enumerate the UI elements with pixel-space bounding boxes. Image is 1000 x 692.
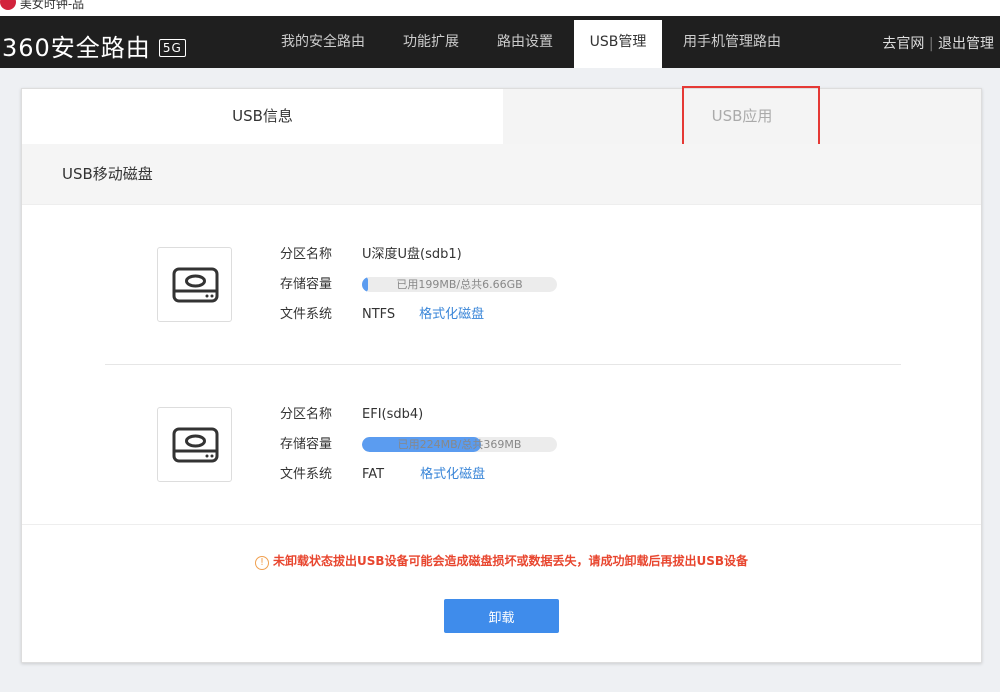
official-site-link[interactable]: 去官网: [882, 36, 924, 52]
divider: [105, 364, 901, 365]
highlight-box: [682, 86, 820, 148]
brand-badge: 5G: [158, 39, 186, 57]
hard-disk-icon: [157, 407, 232, 482]
usb-card: USB信息 USB应用 USB移动磁盘 分区名称 U深度U盘(sdb1) 存储容量…: [21, 86, 982, 663]
nav-my-router[interactable]: 我的安全路由: [268, 16, 378, 68]
nav-right-links: 去官网 | 退出管理: [882, 36, 994, 52]
capacity-text: 已用224MB/总共369MB: [397, 438, 522, 451]
brand-name: 360安全路由: [2, 34, 151, 62]
section-title: USB移动磁盘: [22, 144, 981, 205]
warning-message: ! 未卸载状态拔出USB设备可能会造成磁盘损坏或数据丢失，请成功卸载后再拔出USB…: [22, 552, 981, 570]
format-disk-link[interactable]: 格式化磁盘: [420, 467, 485, 482]
filesystem: FAT: [362, 467, 385, 482]
nav-mobile-manage[interactable]: 用手机管理路由: [676, 16, 788, 68]
unmount-button[interactable]: 卸载: [444, 599, 559, 633]
capacity-label: 存储容量: [280, 437, 333, 452]
window-title: 美女时钟-品: [19, 0, 85, 11]
capacity-bar: 已用224MB/总共369MB: [362, 437, 557, 452]
disk-item: 分区名称 U深度U盘(sdb1) 存储容量 已用199MB/总共6.66GB 文件系…: [22, 247, 981, 337]
nav-usb-management[interactable]: USB管理: [574, 20, 662, 68]
divider: [22, 524, 981, 525]
partition-name: U深度U盘(sdb1): [362, 247, 462, 262]
fs-label: 文件系统: [280, 307, 333, 322]
window-titlebar: 美女时钟-品: [0, 0, 1000, 16]
nav-router-settings[interactable]: 路由设置: [486, 16, 564, 68]
disk-item: 分区名称 EFI(sdb4) 存储容量 已用224MB/总共369MB 文件系统 FA…: [22, 407, 981, 497]
hard-disk-icon: [157, 247, 232, 322]
app-logo-icon: [0, 0, 16, 10]
capacity-label: 存储容量: [280, 277, 333, 292]
filesystem: NTFS: [362, 307, 396, 322]
nav-extensions[interactable]: 功能扩展: [392, 16, 470, 68]
warning-text: 未卸载状态拔出USB设备可能会造成磁盘损坏或数据丢失，请成功卸载后再拔出USB设…: [272, 554, 749, 568]
tab-usb-info[interactable]: USB信息: [22, 89, 503, 144]
fs-label: 文件系统: [280, 467, 333, 482]
logout-link[interactable]: 退出管理: [938, 36, 994, 52]
name-label: 分区名称: [280, 407, 333, 422]
brand-logo: 360安全路由 5G: [2, 28, 186, 63]
name-label: 分区名称: [280, 247, 333, 262]
format-disk-link[interactable]: 格式化磁盘: [419, 307, 484, 322]
capacity-text: 已用199MB/总共6.66GB: [396, 278, 523, 291]
info-icon: !: [254, 556, 269, 570]
capacity-bar: 已用199MB/总共6.66GB: [362, 277, 557, 292]
partition-name: EFI(sdb4): [362, 407, 424, 422]
top-nav: 360安全路由 5G 我的安全路由 功能扩展 路由设置 USB管理 用手机管理路由…: [0, 16, 1000, 68]
